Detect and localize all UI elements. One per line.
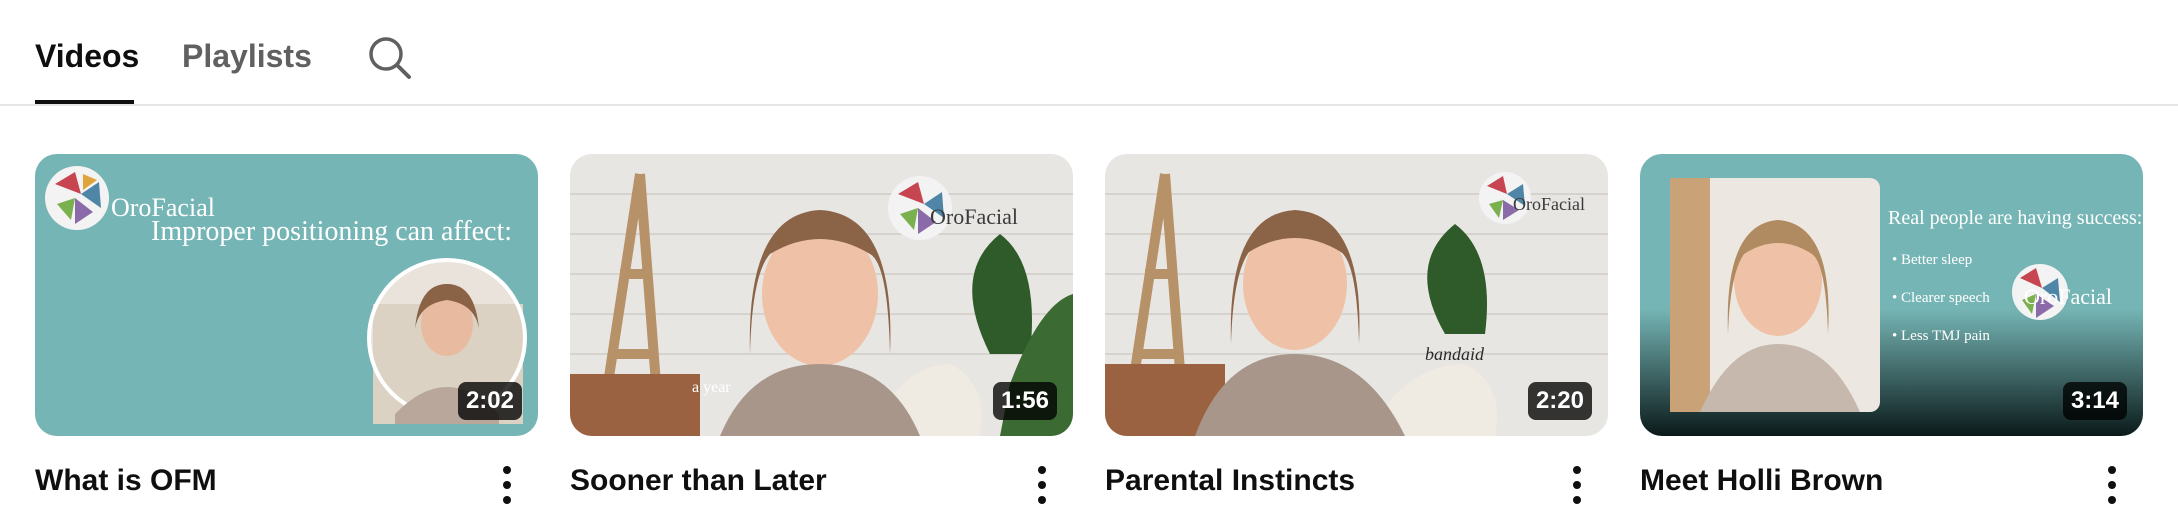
video-thumbnail[interactable]: bandaid OroFacial 2:20: [1105, 154, 1608, 436]
duration-badge: 2:02: [457, 382, 522, 420]
kebab-menu-icon: [503, 466, 511, 474]
video-card[interactable]: a year OroFacial 1:56 Sooner than Later: [570, 154, 1073, 504]
more-options-button[interactable]: [2102, 466, 2122, 506]
orofacial-logo-icon: [45, 166, 109, 230]
tab-playlists[interactable]: Playlists: [182, 38, 312, 75]
svg-text:• Less TMJ pain: • Less TMJ pain: [1892, 328, 1990, 344]
svg-text:Improper positioning can affec: Improper positioning can affect:: [151, 216, 512, 247]
kebab-menu-icon: [2108, 466, 2116, 474]
more-options-button[interactable]: [497, 466, 517, 506]
svg-text:OroFacial: OroFacial: [930, 204, 1018, 229]
tab-videos[interactable]: Videos: [35, 38, 139, 75]
svg-text:OroFacial: OroFacial: [1513, 194, 1585, 214]
svg-text:• Better sleep: • Better sleep: [1892, 252, 1972, 268]
video-thumbnail[interactable]: OroFacial Improper positioning can affec…: [35, 154, 538, 436]
active-tab-indicator: [35, 100, 134, 104]
svg-text:Real people are having success: Real people are having success:: [1888, 207, 2142, 229]
video-thumbnail[interactable]: Real people are having success: • Better…: [1640, 154, 2143, 436]
duration-badge: 3:14: [2062, 382, 2127, 420]
video-card[interactable]: bandaid OroFacial 2:20 Parental Instinct…: [1105, 154, 1608, 504]
search-button[interactable]: [366, 34, 412, 80]
duration-badge: 1:56: [992, 382, 1057, 420]
svg-text:OroFacial: OroFacial: [2024, 284, 2112, 309]
svg-text:• Clearer speech: • Clearer speech: [1892, 290, 1990, 306]
kebab-menu-icon: [1038, 466, 1046, 474]
video-title[interactable]: What is OFM: [35, 464, 217, 498]
search-icon: [369, 37, 411, 79]
svg-text:bandaid: bandaid: [1425, 344, 1485, 364]
duration-badge: 2:20: [1527, 382, 1592, 420]
video-title[interactable]: Meet Holli Brown: [1640, 464, 1883, 498]
svg-text:a year: a year: [692, 379, 731, 396]
video-title[interactable]: Sooner than Later: [570, 464, 827, 498]
channel-tab-bar: Videos Playlists: [0, 0, 2178, 106]
video-card[interactable]: OroFacial Improper positioning can affec…: [35, 154, 538, 504]
kebab-menu-icon: [1573, 466, 1581, 474]
more-options-button[interactable]: [1567, 466, 1587, 506]
video-title[interactable]: Parental Instincts: [1105, 464, 1355, 498]
more-options-button[interactable]: [1032, 466, 1052, 506]
video-card[interactable]: Real people are having success: • Better…: [1640, 154, 2143, 504]
video-thumbnail[interactable]: a year OroFacial 1:56: [570, 154, 1073, 436]
